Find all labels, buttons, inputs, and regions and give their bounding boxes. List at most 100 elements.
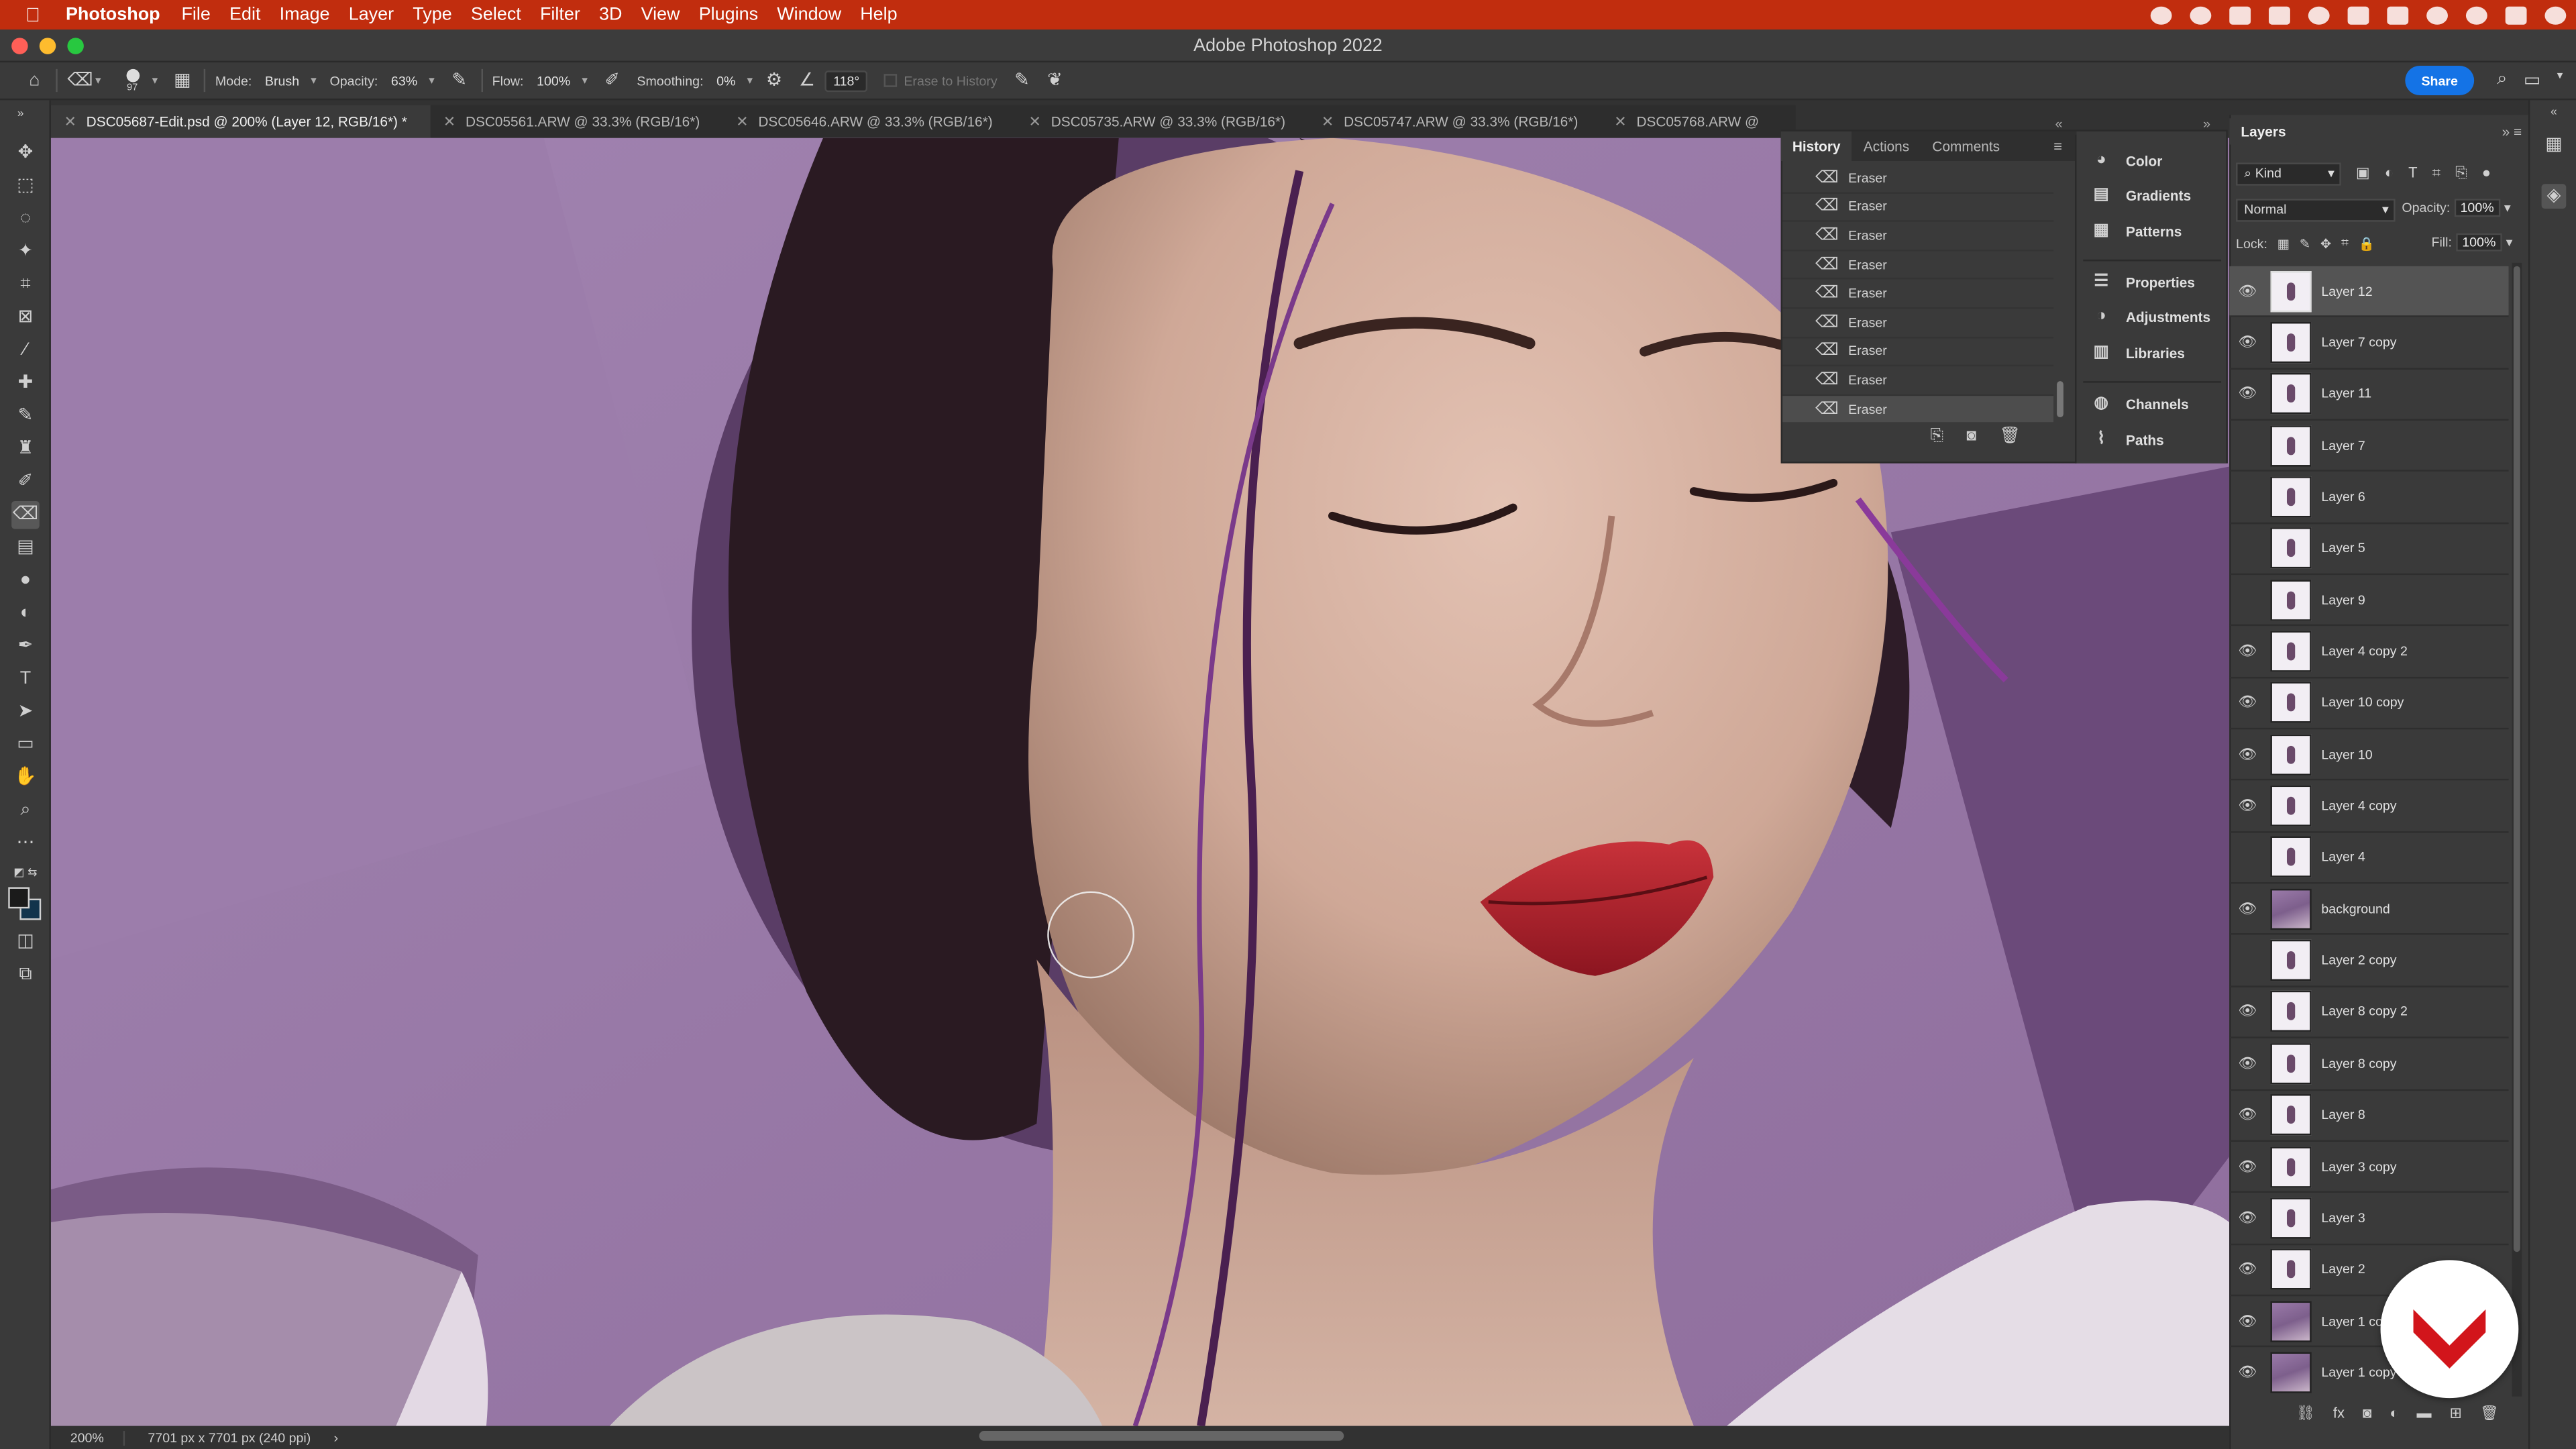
menu-filter[interactable]: Filter xyxy=(540,5,599,24)
magic-wand-tool-icon[interactable]: ✦ xyxy=(11,238,40,266)
user-icon[interactable] xyxy=(2347,5,2369,24)
layers-stack-icon[interactable]: ◈ xyxy=(2541,184,2567,209)
visibility-eye-icon[interactable]: 👁 xyxy=(2229,1003,2265,1021)
panel-libraries[interactable]: ▥ Libraries xyxy=(2090,343,2185,363)
sync-icon[interactable] xyxy=(2190,5,2212,24)
pressure-opacity-icon[interactable]: ✎ xyxy=(448,69,471,92)
link-layers-icon[interactable]: ⛓ xyxy=(2296,1404,2315,1422)
layer-row[interactable]: 👁 Layer 8 copy 2 xyxy=(2229,987,2509,1039)
tab-layers[interactable]: Layers xyxy=(2229,118,2298,145)
blend-mode-select[interactable]: Normal ▾ xyxy=(2236,199,2396,222)
brush-settings-icon[interactable]: ▦ xyxy=(171,69,194,92)
new-group-folder-icon[interactable]: ▬ xyxy=(2416,1405,2431,1421)
visibility-eye-icon[interactable]: 👁 xyxy=(2229,1363,2265,1381)
tab-history[interactable]: History xyxy=(1780,131,1852,162)
document-tab[interactable]: ✕ DSC05561.ARW @ 33.3% (RGB/16*) xyxy=(430,105,722,138)
panel-adjustments[interactable]: ◑ Adjustments xyxy=(2090,307,2210,327)
visibility-eye-icon[interactable]: 👁 xyxy=(2229,1209,2265,1227)
smoothing-field[interactable]: 0% xyxy=(710,72,742,90)
crop-tool-icon[interactable]: ⌗ xyxy=(11,271,40,299)
close-icon[interactable]: ✕ xyxy=(443,113,455,129)
lock-image-brush-icon[interactable]: ✎ xyxy=(2300,235,2310,250)
layer-row[interactable]: 👁 Layer 11 xyxy=(2229,369,2509,421)
hand-tool-icon[interactable]: ✋ xyxy=(11,764,40,792)
history-brush-source-checkbox[interactable] xyxy=(1789,374,1803,387)
visibility-eye-icon[interactable]: 👁 xyxy=(2229,694,2265,712)
layer-row[interactable]: 👁 Layer 8 copy xyxy=(2229,1038,2509,1090)
visibility-eye-icon[interactable]: 👁 xyxy=(2229,951,2265,969)
foreground-color-swatch[interactable] xyxy=(8,887,30,909)
layer-row[interactable]: 👁 Layer 3 xyxy=(2229,1193,2509,1245)
visibility-eye-icon[interactable]: 👁 xyxy=(2229,1157,2265,1175)
visibility-eye-icon[interactable]: 👁 xyxy=(2229,1312,2265,1330)
close-icon[interactable]: ✕ xyxy=(1614,113,1626,129)
visibility-eye-icon[interactable]: 👁 xyxy=(2229,282,2265,300)
history-brush-source-checkbox[interactable] xyxy=(1789,345,1803,358)
history-state[interactable]: ⌫ Eraser xyxy=(1782,395,2054,423)
visibility-eye-icon[interactable]: 👁 xyxy=(2229,849,2265,867)
tab-actions[interactable]: Actions xyxy=(1852,131,1921,161)
smart-object-filter-icon[interactable]: ⎘ xyxy=(2455,164,2467,182)
edit-toolbar-icon[interactable]: ⋯ xyxy=(11,830,40,858)
panel-paths[interactable]: ⌇ Paths xyxy=(2090,431,2163,450)
menu-view[interactable]: View xyxy=(641,5,699,24)
visibility-eye-icon[interactable]: 👁 xyxy=(2229,591,2265,609)
panel-patterns[interactable]: ▦ Patterns xyxy=(2090,222,2182,241)
panel-channels[interactable]: ◍ Channels xyxy=(2090,394,2189,414)
visibility-eye-icon[interactable]: 👁 xyxy=(2229,539,2265,557)
layer-row[interactable]: 👁 Layer 7 xyxy=(2229,421,2509,472)
layer-opacity-field[interactable]: 100% xyxy=(2453,199,2501,217)
history-scrollbar[interactable] xyxy=(2057,381,2063,418)
visibility-eye-icon[interactable]: 👁 xyxy=(2229,333,2265,352)
adjustment-filter-icon[interactable]: ◐ xyxy=(2385,164,2394,182)
history-state[interactable]: ⌫ Eraser xyxy=(1782,309,2054,338)
layer-row[interactable]: 👁 Layer 2 copy xyxy=(2229,936,2509,987)
lock-all-icon[interactable]: 🔒 xyxy=(2359,235,2375,250)
opacity-field[interactable]: 63% xyxy=(384,72,424,90)
history-brush-source-checkbox[interactable] xyxy=(1789,287,1803,301)
chevron-down-icon[interactable]: ▾ xyxy=(2557,69,2563,91)
menu-select[interactable]: Select xyxy=(471,5,540,24)
layer-row[interactable]: 👁 Layer 4 copy xyxy=(2229,781,2509,833)
history-state[interactable]: ⌫ Eraser xyxy=(1782,367,2054,396)
horizontal-scrollbar[interactable] xyxy=(979,1431,1344,1441)
mode-select[interactable]: Brush xyxy=(258,72,306,90)
rectangle-tool-icon[interactable]: ▭ xyxy=(11,731,40,759)
document-tab[interactable]: ✕ DSC05747.ARW @ 33.3% (RGB/16*) xyxy=(1308,105,1601,138)
history-state[interactable]: ⌫ Eraser xyxy=(1782,337,2054,367)
flow-field[interactable]: 100% xyxy=(530,72,577,90)
expand-toolbar-icon[interactable]: » xyxy=(7,100,35,128)
expand-dock-icon[interactable]: » xyxy=(2203,117,2210,131)
panel-gradients[interactable]: ▤ Gradients xyxy=(2090,186,2192,205)
layer-row[interactable]: 👁 Layer 7 copy xyxy=(2229,317,2509,370)
lock-artboard-icon[interactable]: ⌗ xyxy=(2341,235,2349,251)
gradient-tool-icon[interactable]: ▤ xyxy=(11,534,40,562)
layers-scrollbar[interactable] xyxy=(2512,262,2522,1397)
history-state[interactable]: ⌫ Eraser xyxy=(1782,251,2054,280)
panel-menu-icon[interactable]: ≡ xyxy=(2053,138,2062,154)
chevron-down-icon[interactable]: ▾ xyxy=(429,74,435,87)
layer-row[interactable]: 👁 Layer 4 copy 2 xyxy=(2229,627,2509,678)
visibility-eye-icon[interactable]: 👁 xyxy=(2229,797,2265,815)
menu-type[interactable]: Type xyxy=(413,5,471,24)
angle-field[interactable]: 118° xyxy=(824,70,868,91)
spotlight-search-icon[interactable] xyxy=(2465,5,2487,24)
default-colors-icon[interactable]: ◩ ⇆ xyxy=(11,859,40,888)
history-state[interactable]: ⌫ Eraser xyxy=(1782,280,2054,309)
lock-transparent-icon[interactable]: ▦ xyxy=(2277,235,2290,250)
layer-row[interactable]: 👁 Layer 10 xyxy=(2229,730,2509,782)
history-state[interactable]: ⌫ Eraser xyxy=(1782,222,2054,252)
chevron-down-icon[interactable]: ▾ xyxy=(95,74,101,87)
chevron-down-icon[interactable]: ▾ xyxy=(2506,235,2513,250)
menu-edit[interactable]: Edit xyxy=(229,5,280,24)
wifi-icon[interactable] xyxy=(2426,5,2448,24)
layer-row[interactable]: 👁 Layer 3 copy xyxy=(2229,1142,2509,1193)
type-tool-icon[interactable]: T xyxy=(11,665,40,694)
erase-to-history-checkbox[interactable] xyxy=(883,74,898,87)
visibility-eye-icon[interactable]: 👁 xyxy=(2229,385,2265,403)
path-selection-tool-icon[interactable]: ➤ xyxy=(11,698,40,727)
status-menu-icon[interactable]: › xyxy=(334,1430,339,1445)
layer-row[interactable]: 👁 Layer 10 copy xyxy=(2229,678,2509,730)
chevron-down-icon[interactable]: ▾ xyxy=(2504,201,2511,215)
visibility-eye-icon[interactable]: 👁 xyxy=(2229,1260,2265,1279)
